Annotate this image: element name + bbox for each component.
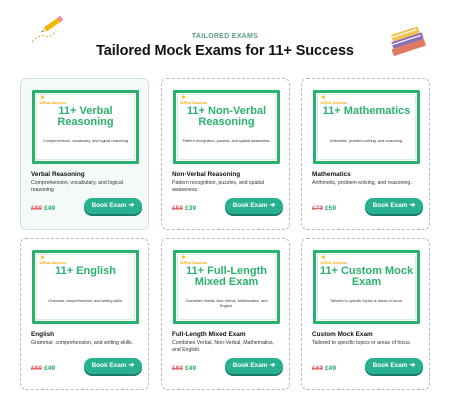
books-icon (391, 26, 426, 56)
book-exam-label: Book Exam (372, 362, 408, 369)
thumbnail-title: 11+ Verbal Reasoning (57, 105, 114, 128)
thumbnail-title: 11+ Non-Verbal Reasoning (186, 105, 267, 128)
exam-thumbnail: ✦ 11Plus Success 11+ Mathematics Arithme… (313, 90, 420, 164)
book-exam-button[interactable]: Book Exam ➔ (365, 358, 423, 374)
thumbnail-title: 11+ Custom Mock Exam (319, 265, 414, 288)
exam-thumbnail: ✦ 11Plus Success 11+ English Grammar, co… (32, 250, 139, 324)
book-exam-button[interactable]: Book Exam ➔ (225, 198, 283, 214)
exam-description: Comprehension, vocabulary, and logical r… (31, 180, 123, 193)
exam-thumbnail: ✦ 11Plus Success 11+ Verbal Reasoning Co… (32, 90, 139, 164)
old-price: £69 (172, 365, 184, 372)
book-exam-button[interactable]: Book Exam ➔ (84, 198, 142, 214)
book-exam-label: Book Exam (91, 202, 127, 209)
page-title: Tailored Mock Exams for 11+ Success (96, 43, 354, 59)
book-exam-label: Book Exam (91, 362, 127, 369)
thumbnail-title: 11+ Mathematics (322, 105, 411, 117)
thumbnail-title: 11+ Full-Length Mixed Exam (186, 265, 267, 288)
exam-description: Arithmetic, problem-solving, and reasoni… (312, 180, 412, 186)
price: £69 £49 (31, 205, 55, 212)
exam-card[interactable]: ✦ 11Plus Success 11+ Full-Length Mixed E… (161, 238, 290, 390)
price: £79 £59 (312, 205, 336, 212)
arrow-right-icon: ➔ (409, 202, 416, 209)
exam-card[interactable]: ✦ 11Plus Success 11+ Mathematics Arithme… (301, 78, 430, 230)
price: £69 £49 (31, 365, 55, 372)
exam-name: English (31, 331, 55, 338)
new-price: £39 (185, 205, 197, 212)
arrow-right-icon: ➔ (269, 362, 276, 369)
section-eyebrow: TAILORED EXAMS (191, 33, 259, 40)
thumbnail-description: Grammar, comprehension, and writing skil… (48, 299, 123, 303)
price: £69 £49 (312, 365, 336, 372)
book-exam-label: Book Exam (372, 202, 408, 209)
exam-name: Mathematics (312, 171, 351, 178)
exam-name: Verbal Reasoning (31, 171, 85, 178)
arrow-right-icon: ➔ (269, 202, 276, 209)
header: TAILORED EXAMS Tailored Mock Exams for 1… (0, 0, 450, 70)
exam-cards-grid: ✦ 11Plus Success 11+ Verbal Reasoning Co… (20, 78, 430, 390)
exam-card[interactable]: ✦ 11Plus Success 11+ English Grammar, co… (20, 238, 149, 390)
exam-name: Non-Verbal Reasoning (172, 171, 241, 178)
arrow-right-icon: ➔ (128, 362, 135, 369)
old-price: £69 (31, 205, 43, 212)
book-exam-label: Book Exam (232, 362, 268, 369)
old-price: £69 (31, 365, 43, 372)
exam-card[interactable]: ✦ 11Plus Success 11+ Non-Verbal Reasonin… (161, 78, 290, 230)
exam-thumbnail: ✦ 11Plus Success 11+ Non-Verbal Reasonin… (173, 90, 280, 164)
book-exam-label: Book Exam (232, 202, 268, 209)
old-price: £69 (312, 365, 324, 372)
exam-name: Full-Length Mixed Exam (172, 331, 246, 338)
thumbnail-description: Combines Verbal, Non-Verbal, Mathematics… (185, 299, 268, 308)
book-exam-button[interactable]: Book Exam ➔ (225, 358, 283, 374)
pencil-icon (31, 15, 64, 43)
book-exam-button[interactable]: Book Exam ➔ (84, 358, 142, 374)
exam-description: Combines Verbal, Non-Verbal, Mathematics… (172, 340, 275, 353)
arrow-right-icon: ➔ (128, 202, 135, 209)
new-price: £49 (185, 365, 197, 372)
new-price: £59 (325, 205, 337, 212)
exam-description: Grammar, comprehension, and writing skil… (31, 340, 134, 346)
exam-description: Tailored to specific topics or areas of … (312, 340, 412, 346)
exam-description: Pattern recognition, puzzles, and spatia… (172, 180, 264, 193)
thumbnail-description: Tailored to specific topics or areas of … (330, 299, 403, 303)
thumbnail-description: Comprehension, vocabulary, and logical r… (43, 139, 128, 143)
new-price: £49 (44, 205, 56, 212)
exam-thumbnail: ✦ 11Plus Success 11+ Custom Mock Exam Ta… (313, 250, 420, 324)
new-price: £49 (44, 365, 56, 372)
thumbnail-description: Arithmetic, problem-solving, and reasoni… (329, 139, 404, 143)
arrow-right-icon: ➔ (409, 362, 416, 369)
old-price: £59 (172, 205, 184, 212)
exam-card[interactable]: ✦ 11Plus Success 11+ Custom Mock Exam Ta… (301, 238, 430, 390)
exam-thumbnail: ✦ 11Plus Success 11+ Full-Length Mixed E… (173, 250, 280, 324)
book-exam-button[interactable]: Book Exam ➔ (365, 198, 423, 214)
old-price: £79 (312, 205, 324, 212)
thumbnail-description: Pattern recognition, puzzles, and spatia… (182, 139, 271, 143)
thumbnail-title: 11+ English (55, 265, 116, 277)
price: £69 £49 (172, 365, 196, 372)
price: £59 £39 (172, 205, 196, 212)
exam-name: Custom Mock Exam (312, 331, 373, 338)
exam-card[interactable]: ✦ 11Plus Success 11+ Verbal Reasoning Co… (20, 78, 149, 230)
new-price: £49 (325, 365, 337, 372)
